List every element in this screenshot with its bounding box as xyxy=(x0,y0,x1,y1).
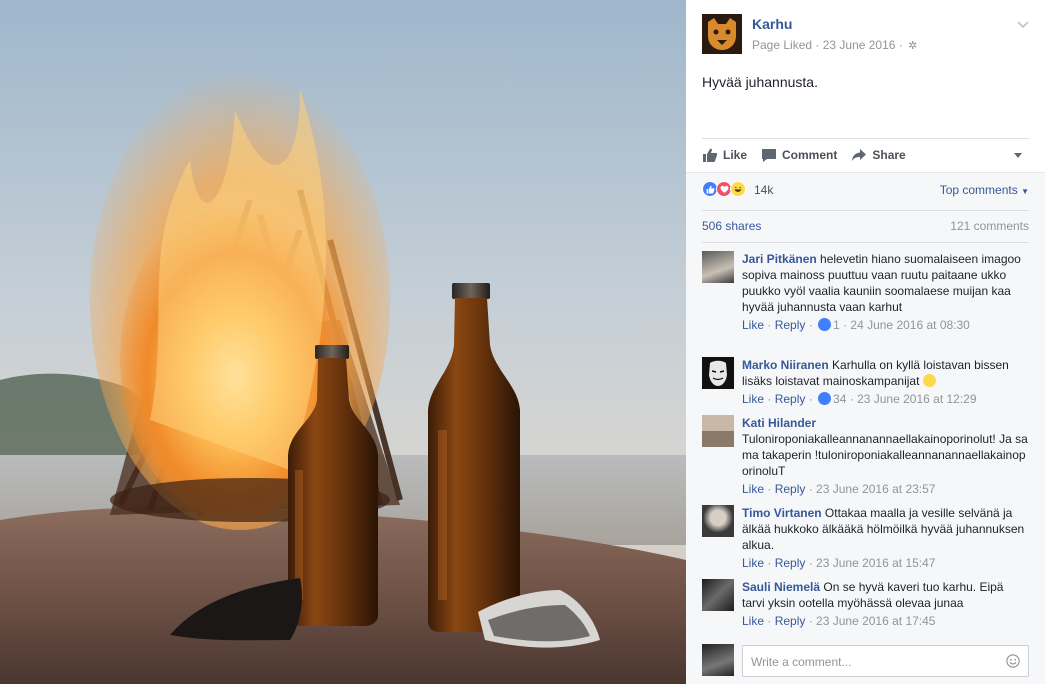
comment-author[interactable]: Marko Niiranen xyxy=(742,358,829,372)
share-icon xyxy=(852,149,867,161)
caret-down-icon xyxy=(1014,153,1022,158)
comment-author[interactable]: Kati Hilander xyxy=(742,415,1029,431)
comment-time[interactable]: 23 June 2016 at 12:29 xyxy=(857,392,976,406)
comment-author[interactable]: Jari Pitkänen xyxy=(742,252,817,266)
comment-input[interactable]: Write a comment... xyxy=(742,645,1029,677)
comment-meta: Like · Reply · 23 June 2016 at 15:47 xyxy=(742,556,936,570)
chevron-down-icon[interactable] xyxy=(1015,16,1031,32)
comment-like-count[interactable]: 1 xyxy=(833,318,840,332)
bear-logo-icon xyxy=(702,14,742,54)
reaction-count[interactable]: 14k xyxy=(754,183,773,197)
comment-meta: Like · Reply · 23 June 2016 at 23:57 xyxy=(742,482,936,496)
comment-reply-link[interactable]: Reply xyxy=(775,318,806,332)
like-label: Like xyxy=(723,148,748,162)
avatar[interactable] xyxy=(702,579,734,611)
haha-reaction-icon xyxy=(730,181,746,197)
avatar[interactable] xyxy=(702,357,734,389)
laughing-emoji-icon xyxy=(922,374,936,387)
reaction-icons xyxy=(702,181,746,197)
comment-composer: Write a comment... xyxy=(702,644,1029,678)
share-label: Share xyxy=(872,148,906,162)
share-button[interactable]: Share xyxy=(851,147,906,163)
share-count[interactable]: 506 shares xyxy=(702,219,761,233)
comment-sort-dropdown[interactable]: Top comments ▼ xyxy=(940,183,1029,197)
page-avatar[interactable] xyxy=(702,14,742,54)
comment-time[interactable]: 24 June 2016 at 08:30 xyxy=(850,318,969,332)
comment-time[interactable]: 23 June 2016 at 23:57 xyxy=(816,482,935,496)
divider xyxy=(702,138,1029,139)
avatar[interactable] xyxy=(702,505,734,537)
comment-reply-link[interactable]: Reply xyxy=(775,614,806,628)
comment-reply-link[interactable]: Reply xyxy=(775,482,806,496)
comment-body: Kati Hilander Tuloniroponiakalleannanann… xyxy=(742,415,1029,497)
emoji-icon[interactable] xyxy=(1006,654,1020,668)
post-photo[interactable] xyxy=(0,0,686,684)
comment-body: Jari Pitkänen helevetin hiano suomalaise… xyxy=(742,251,1029,333)
comment-item: Sauli Niemelä On se hyvä kaveri tuo karh… xyxy=(702,579,1029,629)
comment-item: Jari Pitkänen helevetin hiano suomalaise… xyxy=(702,251,1029,349)
avatar[interactable] xyxy=(702,415,734,447)
like-badge-icon xyxy=(818,318,832,331)
comment-meta: Like · Reply · 34 · 23 June 2016 at 12:2… xyxy=(742,392,977,406)
comment-body: Sauli Niemelä On se hyvä kaveri tuo karh… xyxy=(742,579,1029,629)
like-badge-icon xyxy=(818,392,832,405)
post-header: Karhu Page Liked · 23 June 2016 · ✲ xyxy=(702,14,1031,54)
comment-icon xyxy=(762,149,777,162)
comment-like-link[interactable]: Like xyxy=(742,392,764,406)
comment-sort-label: Top comments xyxy=(939,183,1018,197)
page-name[interactable]: Karhu xyxy=(752,16,792,32)
reactions-summary[interactable]: 14k Top comments ▼ xyxy=(702,180,1029,200)
comment-meta: Like · Reply · 1 · 24 June 2016 at 08:30 xyxy=(742,318,970,332)
comment-input-placeholder: Write a comment... xyxy=(751,655,852,669)
audience-icon[interactable]: ✲ xyxy=(908,39,917,52)
avatar[interactable] xyxy=(702,644,734,676)
comment-like-count[interactable]: 34 xyxy=(833,392,846,406)
comment-item: Timo Virtanen Ottakaa maalla ja vesille … xyxy=(702,505,1029,571)
comment-reply-link[interactable]: Reply xyxy=(775,392,806,406)
photo-viewer: Karhu Page Liked · 23 June 2016 · ✲ Hyvä… xyxy=(0,0,1045,684)
comment-reply-link[interactable]: Reply xyxy=(775,556,806,570)
comment-author[interactable]: Sauli Niemelä xyxy=(742,580,820,594)
share-options-button[interactable] xyxy=(1012,149,1029,161)
comment-like-link[interactable]: Like xyxy=(742,482,764,496)
post-panel: Karhu Page Liked · 23 June 2016 · ✲ Hyvä… xyxy=(686,0,1045,684)
comment-author[interactable]: Timo Virtanen xyxy=(742,506,822,520)
post-text: Hyvää juhannusta. xyxy=(702,74,818,90)
divider xyxy=(702,242,1029,243)
comment-time[interactable]: 23 June 2016 at 15:47 xyxy=(816,556,935,570)
comment-button[interactable]: Comment xyxy=(761,147,837,163)
like-button[interactable]: Like xyxy=(702,147,747,163)
bonfire-beer-photo xyxy=(0,0,686,684)
comment-like-link[interactable]: Like xyxy=(742,556,764,570)
comment-like-link[interactable]: Like xyxy=(742,614,764,628)
comment-like-link[interactable]: Like xyxy=(742,318,764,332)
avatar[interactable] xyxy=(702,251,734,283)
post-meta-text: Page Liked · 23 June 2016 · xyxy=(752,38,907,52)
mask-avatar-icon xyxy=(702,357,734,389)
comment-text: Tuloniroponiakalleannanannaellakainopori… xyxy=(742,432,1028,478)
divider xyxy=(702,210,1029,211)
comment-meta: Like · Reply · 23 June 2016 at 17:45 xyxy=(742,614,936,628)
comment-item: Marko Niiranen Karhulla on kyllä loistav… xyxy=(702,357,1029,409)
comment-body: Timo Virtanen Ottakaa maalla ja vesille … xyxy=(742,505,1029,571)
post-meta: Page Liked · 23 June 2016 · ✲ xyxy=(752,38,917,52)
post-actions: Like Comment Share xyxy=(702,140,1029,170)
comment-count[interactable]: 121 comments xyxy=(950,219,1029,233)
comment-time[interactable]: 23 June 2016 at 17:45 xyxy=(816,614,935,628)
comment-label: Comment xyxy=(782,148,838,162)
comment-body: Marko Niiranen Karhulla on kyllä loistav… xyxy=(742,357,1029,407)
post-stats: 506 shares 121 comments xyxy=(702,219,1029,235)
caret-down-icon: ▼ xyxy=(1021,187,1029,196)
thumbs-up-icon xyxy=(703,148,718,162)
comment-item: Kati Hilander Tuloniroponiakalleannanann… xyxy=(702,415,1029,497)
